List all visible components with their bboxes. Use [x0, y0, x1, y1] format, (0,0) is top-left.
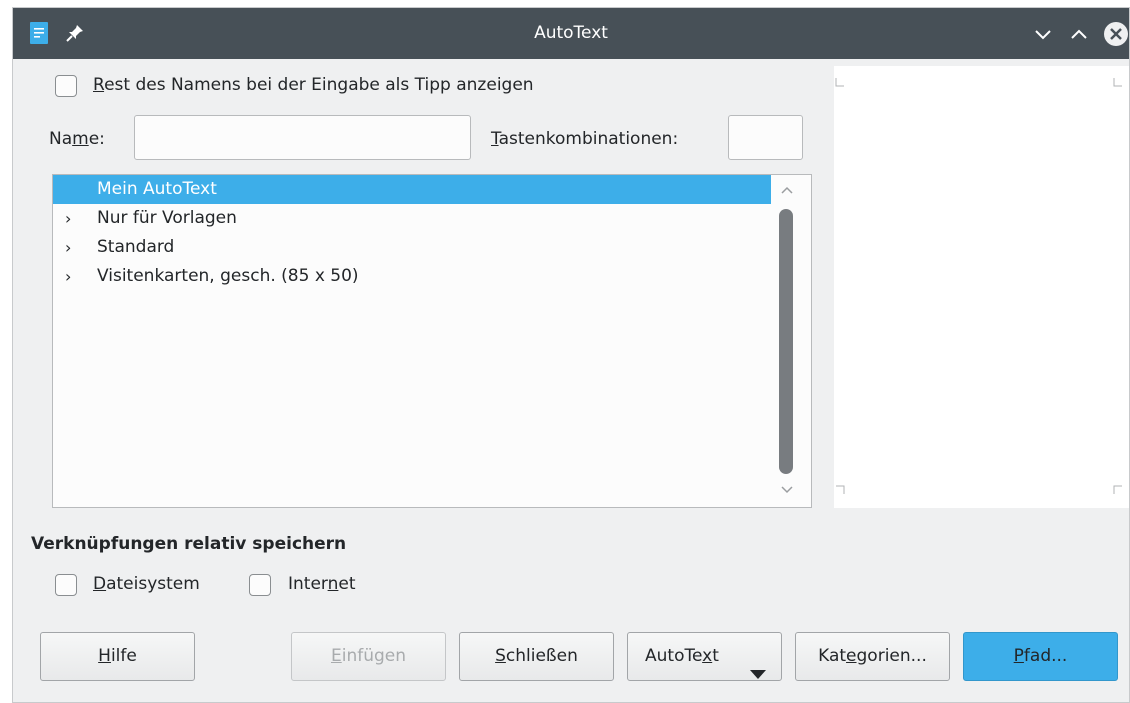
titlebar: AutoText	[13, 8, 1129, 59]
internet-checkbox[interactable]	[249, 574, 271, 596]
autotext-menu-button[interactable]: AutoText	[627, 632, 782, 681]
shortcut-label: Tastenkombinationen:	[491, 129, 679, 149]
maximize-icon[interactable]	[1068, 23, 1090, 45]
chevron-right-icon[interactable]: ›	[65, 233, 71, 262]
tree-item-visitenkarten[interactable]: › Visitenkarten, gesch. (85 x 50)	[53, 262, 771, 291]
tree-item-nur-fuer-vorlagen[interactable]: › Nur für Vorlagen	[53, 204, 771, 233]
path-button[interactable]: Pfad...	[963, 632, 1118, 681]
show-tip-checkbox[interactable]	[55, 75, 77, 97]
preview-pane	[834, 66, 1129, 508]
tree-item-label: Nur für Vorlagen	[97, 208, 237, 228]
filesystem-label: Dateisystem	[93, 574, 200, 594]
chevron-right-icon[interactable]: ›	[65, 262, 71, 291]
window-title: AutoText	[534, 23, 608, 43]
internet-label: Internet	[288, 574, 356, 594]
preview-corner-marks	[835, 78, 1122, 494]
filesystem-checkbox[interactable]	[55, 574, 77, 596]
tree-item-standard[interactable]: › Standard	[53, 233, 771, 262]
tree-item-mein-autotext[interactable]: Mein AutoText	[53, 175, 771, 204]
close-button[interactable]: Schließen	[459, 632, 614, 681]
help-button[interactable]: Hilfe	[40, 632, 195, 681]
categories-button[interactable]: Kategorien...	[795, 632, 950, 681]
show-tip-label: Rest des Namens bei der Eingabe als Tipp…	[93, 75, 534, 95]
autotext-category-tree[interactable]: Mein AutoText › Nur für Vorlagen › Stand…	[52, 174, 812, 508]
shortcut-input[interactable]	[728, 115, 803, 160]
dropdown-arrow-icon	[750, 652, 766, 679]
name-label: Name:	[49, 129, 105, 149]
scroll-down-icon[interactable]	[777, 481, 797, 499]
tree-item-label: Standard	[97, 237, 175, 257]
chevron-right-icon[interactable]: ›	[65, 204, 71, 233]
minimize-icon[interactable]	[1032, 23, 1054, 45]
tree-item-label: Visitenkarten, gesch. (85 x 50)	[97, 266, 359, 286]
scroll-up-icon[interactable]	[777, 181, 797, 199]
tree-item-label: Mein AutoText	[97, 179, 217, 199]
relative-links-heading: Verknüpfungen relativ speichern	[31, 534, 347, 554]
name-input[interactable]	[134, 115, 471, 160]
autotext-dialog: AutoText Rest des Namens bei der Eingabe…	[12, 7, 1130, 703]
close-icon[interactable]	[1103, 21, 1129, 47]
scrollbar-thumb[interactable]	[779, 209, 793, 474]
insert-button[interactable]: Einfügen	[291, 632, 446, 681]
